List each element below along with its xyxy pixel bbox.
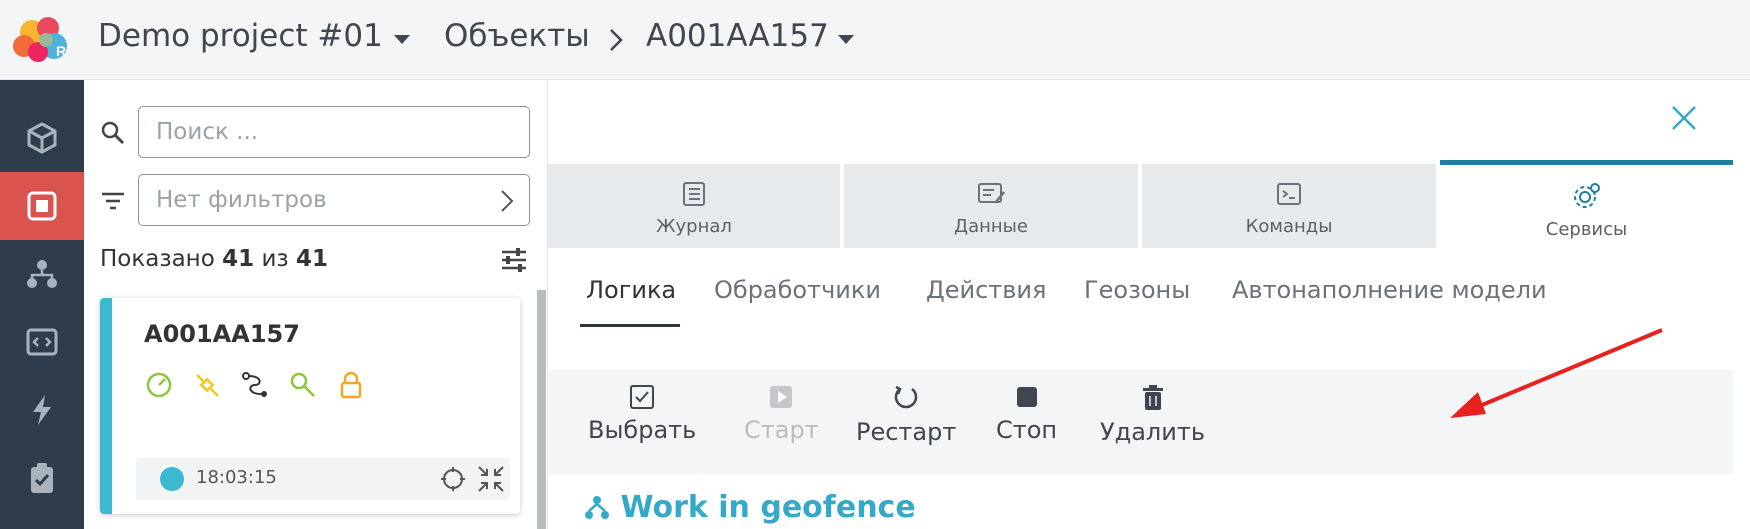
object-dropdown-caret-icon[interactable] [838, 35, 854, 44]
breadcrumb-objects[interactable]: Объекты [444, 18, 590, 54]
restart-icon [894, 385, 918, 409]
tab-commands[interactable]: Команды [1142, 164, 1436, 248]
trash-icon [1142, 385, 1163, 410]
subtab-handlers[interactable]: Обработчики [714, 276, 881, 304]
section-title-text: Work in geofence [620, 490, 916, 525]
logic-tree-icon [585, 496, 609, 519]
restart-label: Рестарт [856, 418, 957, 446]
delete-button[interactable]: Удалить [1100, 384, 1205, 446]
search-icon [101, 121, 125, 145]
terminal-icon [1277, 183, 1301, 205]
sidebar-item-lightning[interactable] [0, 376, 84, 444]
sidebar-item-monitoring[interactable] [0, 172, 84, 240]
search-input[interactable]: Поиск ... [138, 106, 530, 158]
annotation-arrow-icon [1450, 328, 1663, 418]
list-settings-icon[interactable] [500, 247, 528, 273]
delete-label: Удалить [1100, 418, 1205, 446]
sidebar-item-code[interactable] [0, 308, 84, 376]
sidebar-item-objects[interactable] [0, 104, 84, 172]
sidebar-rail [0, 80, 84, 529]
monitoring-icon [27, 191, 57, 221]
object-card[interactable]: A001AA157 18:03:15 [100, 298, 520, 514]
lock-icon [340, 371, 362, 399]
object-detail-panel: Журнал Данные Команды Сервисы Логика Обр… [548, 80, 1750, 529]
top-header: R Demo project #01 Объекты A001AA157 [0, 0, 1750, 80]
detail-tabs: Журнал Данные Команды Сервисы [548, 160, 1733, 248]
lightning-icon [33, 395, 51, 425]
code-icon [26, 328, 58, 356]
data-icon [978, 183, 1005, 203]
active-subtab-underline [580, 324, 680, 327]
sidebar-item-tasks[interactable] [0, 444, 84, 512]
subtab-geofences[interactable]: Геозоны [1084, 276, 1190, 304]
ignition-key-icon [290, 372, 315, 397]
collapse-icon[interactable] [476, 464, 506, 494]
card-footer: 18:03:15 [136, 458, 510, 500]
tab-label: Данные [954, 216, 1028, 237]
stop-label: Стоп [996, 416, 1058, 444]
locate-icon[interactable] [440, 466, 466, 492]
select-button[interactable]: Выбрать [588, 384, 696, 444]
shown-count-text: Показано 41 из 41 [100, 246, 328, 272]
stop-icon [1016, 387, 1037, 407]
filter-input[interactable]: Нет фильтров [138, 174, 530, 226]
filter-text: Нет фильтров [156, 187, 327, 213]
svg-text:R: R [56, 43, 66, 59]
stop-button[interactable]: Стоп [996, 384, 1057, 444]
project-selector[interactable]: Demo project #01 [98, 18, 383, 54]
tab-data[interactable]: Данные [844, 164, 1138, 248]
sidebar-item-hierarchy[interactable] [0, 240, 84, 308]
checkbox-icon [630, 385, 655, 409]
object-list-panel: Поиск ... Нет фильтров Показано 41 из 41… [84, 80, 548, 529]
restart-button[interactable]: Рестарт [856, 384, 956, 446]
breadcrumb-chevron-icon [610, 29, 623, 51]
card-status-stripe [100, 298, 112, 514]
start-button[interactable]: Старт [744, 384, 819, 444]
journal-icon [683, 182, 705, 206]
subtab-actions[interactable]: Действия [926, 276, 1046, 304]
last-update-time: 18:03:15 [196, 467, 277, 488]
gear-icon [1573, 183, 1600, 208]
route-icon [242, 372, 267, 397]
app-logo-icon[interactable]: R [10, 14, 74, 66]
tab-label: Сервисы [1545, 219, 1628, 240]
cube-icon [27, 122, 57, 154]
online-status-dot [160, 467, 184, 491]
chevron-right-icon [501, 190, 514, 212]
object-card-title: A001AA157 [144, 320, 300, 348]
play-icon [770, 386, 793, 408]
start-label: Старт [744, 416, 819, 444]
clipboard-icon [31, 463, 53, 493]
tab-label: Команды [1245, 216, 1333, 237]
satellite-icon [196, 374, 219, 397]
close-icon[interactable] [1668, 102, 1700, 134]
subtab-logic[interactable]: Логика [586, 276, 676, 304]
logic-section-title[interactable]: Work in geofence [584, 490, 916, 525]
tab-journal[interactable]: Журнал [548, 164, 840, 248]
list-scrollbar[interactable] [537, 290, 546, 529]
subtab-model-autofill[interactable]: Автонаполнение модели [1232, 276, 1547, 304]
filter-icon [102, 192, 124, 210]
select-label: Выбрать [588, 416, 697, 444]
hierarchy-icon [27, 260, 57, 288]
tab-services[interactable]: Сервисы [1440, 160, 1733, 248]
speedometer-icon [146, 372, 172, 398]
current-object-selector[interactable]: A001AA157 [646, 18, 829, 54]
project-dropdown-caret-icon[interactable] [394, 35, 410, 44]
tab-label: Журнал [656, 216, 732, 237]
